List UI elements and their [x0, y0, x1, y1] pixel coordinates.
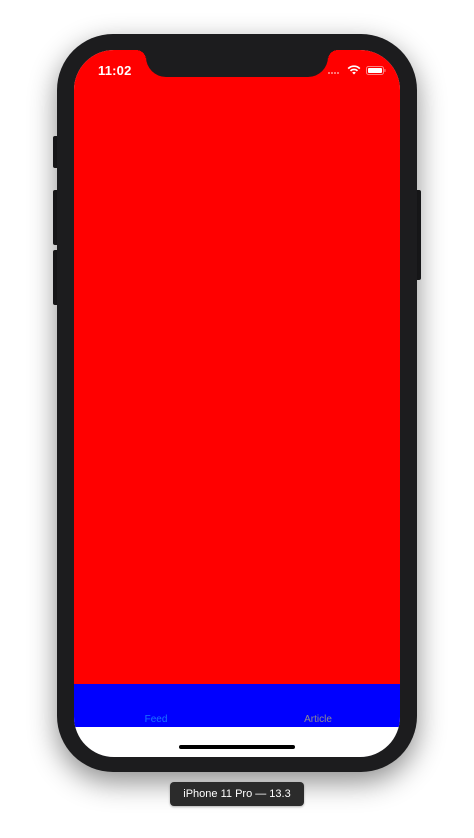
status-time: 11:02	[98, 63, 132, 78]
wifi-icon	[347, 65, 361, 75]
battery-icon	[366, 66, 386, 75]
phone-screen: Feed Article	[74, 50, 400, 757]
notch	[136, 50, 338, 77]
cellular-signal-icon	[328, 71, 342, 74]
tab-article[interactable]: Article	[268, 714, 368, 725]
home-indicator[interactable]	[179, 745, 295, 749]
tab-bar: Feed Article	[74, 684, 400, 727]
tab-feed[interactable]: Feed	[106, 714, 206, 725]
simulator-window: Feed Article 11:02 iPhone 11 Pro — 13.3	[0, 0, 474, 838]
device-label: iPhone 11 Pro — 13.3	[170, 782, 304, 806]
status-icons	[326, 64, 388, 76]
red-content-view[interactable]	[74, 50, 400, 684]
